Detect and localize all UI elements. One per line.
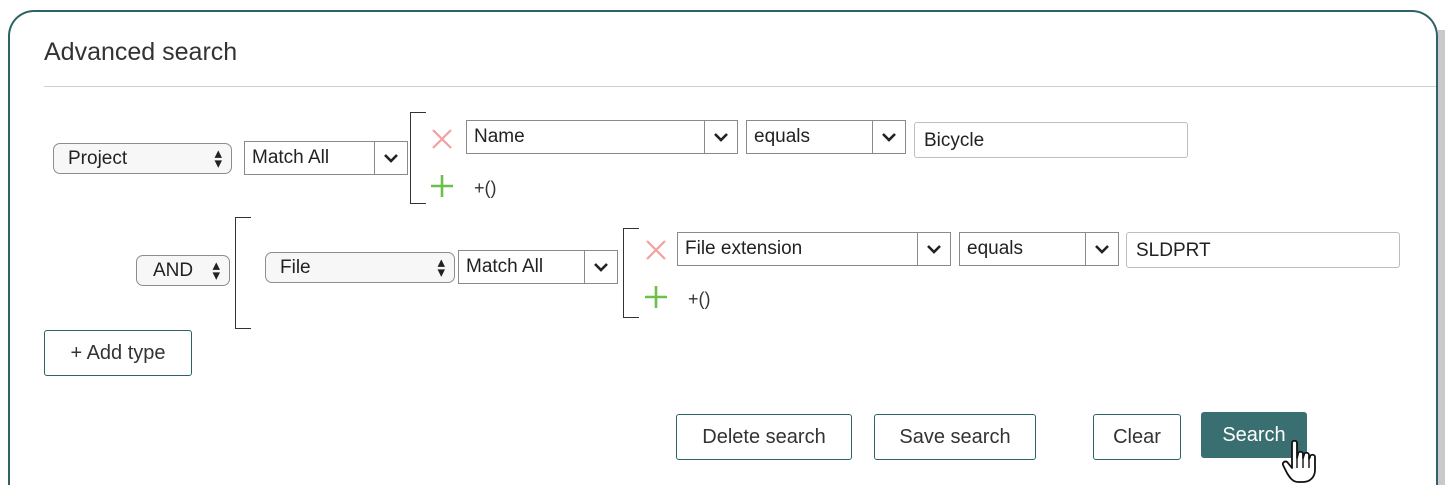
field-select[interactable]: File extension [677,232,951,266]
match-select-label: Match All [252,147,330,168]
remove-condition-icon[interactable] [430,127,454,151]
add-type-label: + Add type [70,341,166,364]
chevron-down-icon [584,251,617,283]
type-select-label: File [280,257,311,278]
add-condition-icon[interactable] [430,174,454,198]
field-select-label: Name [474,126,525,147]
type-bracket [235,217,251,329]
chevron-down-icon [872,121,905,153]
search-label: Search [1222,423,1286,446]
type-select-file[interactable]: File ▴ ▾ [265,252,455,283]
add-condition-icon[interactable] [644,285,668,309]
logic-select-label: AND [153,260,194,281]
value-input[interactable]: Bicycle [914,122,1188,158]
delete-search-button[interactable]: Delete search [676,414,852,460]
logic-select[interactable]: AND ▴ ▾ [136,255,230,286]
operator-select[interactable]: equals [746,120,906,154]
page-title: Advanced search [44,38,238,66]
updown-arrow-icon: ▴ ▾ [437,254,445,281]
value-input-text: Bicycle [924,130,985,151]
operator-select[interactable]: equals [959,232,1119,266]
save-search-label: Save search [899,425,1011,448]
updown-arrow-icon: ▴ ▾ [212,257,220,284]
chevron-down-icon [1085,233,1118,265]
clear-label: Clear [1113,425,1161,448]
condition-bracket [623,228,639,318]
clear-button[interactable]: Clear [1093,414,1181,460]
condition-bracket [410,112,426,204]
value-input-text: SLDPRT [1136,240,1211,261]
match-select[interactable]: Match All [244,141,408,175]
operator-select-label: equals [754,126,810,147]
hand-cursor-icon [1281,439,1318,484]
title-divider [44,86,1436,87]
chevron-down-icon [917,233,950,265]
match-select[interactable]: Match All [458,250,618,284]
add-type-button[interactable]: + Add type [44,330,192,376]
value-input[interactable]: SLDPRT [1126,232,1400,268]
field-select-label: File extension [685,238,803,259]
field-select[interactable]: Name [466,120,738,154]
add-group-button[interactable]: +() [474,178,497,199]
chevron-down-icon [374,142,407,174]
operator-select-label: equals [967,238,1023,259]
save-search-button[interactable]: Save search [874,414,1036,460]
add-group-button[interactable]: +() [688,289,711,310]
type-select-label: Project [68,148,128,169]
chevron-down-icon [704,121,737,153]
match-select-label: Match All [466,256,544,277]
type-select-project[interactable]: Project ▴ ▾ [53,143,232,174]
delete-search-label: Delete search [702,425,826,448]
panel-shadow [1438,30,1445,485]
remove-condition-icon[interactable] [644,238,668,262]
updown-arrow-icon: ▴ ▾ [214,145,222,172]
